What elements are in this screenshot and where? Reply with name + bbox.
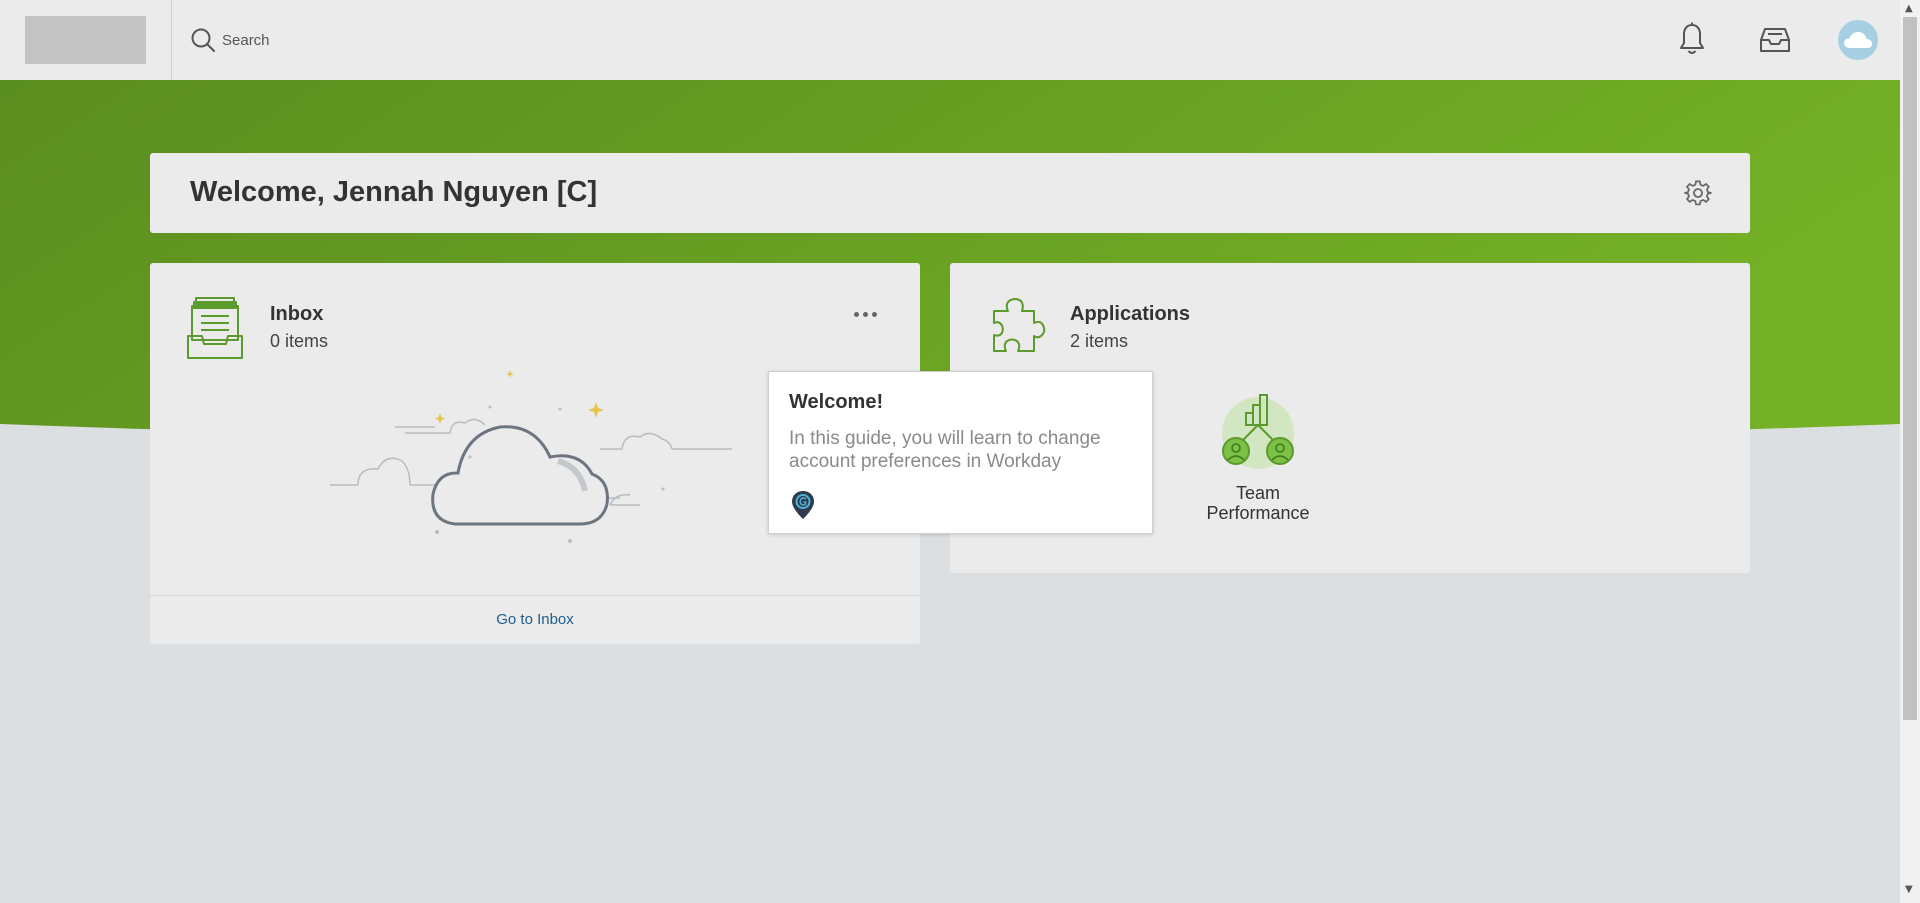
inbox-tray-icon[interactable]: [1759, 26, 1791, 54]
search-input[interactable]: [222, 24, 642, 56]
page-title: Welcome, Jennah Nguyen [C]: [190, 176, 598, 208]
top-bar: [0, 0, 1900, 80]
team-performance-label: Team Performance: [1206, 483, 1310, 523]
scrollbar-thumb[interactable]: [1903, 17, 1917, 720]
scroll-down-arrow-icon[interactable]: ▼: [1905, 884, 1913, 895]
page-scrollbar[interactable]: ▲ ▼: [1900, 0, 1920, 903]
team-performance-icon: [1222, 394, 1294, 469]
company-logo[interactable]: [25, 16, 146, 64]
inbox-count: 0 items: [270, 331, 329, 351]
user-avatar[interactable]: [1838, 20, 1878, 60]
welcome-banner: Welcome, Jennah Nguyen [C]: [150, 153, 1750, 233]
inbox-stack-icon: [187, 297, 243, 359]
puzzle-piece-icon: [993, 298, 1046, 352]
go-to-inbox-link[interactable]: Go to Inbox: [150, 611, 920, 628]
cloud-avatar-icon: [1844, 32, 1872, 48]
guide-pin-icon[interactable]: [791, 490, 815, 520]
divider: [171, 0, 172, 80]
bell-icon[interactable]: [1677, 22, 1707, 56]
search-icon: [191, 28, 215, 52]
scroll-up-arrow-icon[interactable]: ▲: [1905, 3, 1913, 14]
inbox-more-options-button[interactable]: [852, 312, 882, 342]
guide-welcome-popup: Welcome! In this guide, you will learn t…: [768, 371, 1153, 534]
inbox-title: Inbox: [270, 303, 324, 325]
applications-count: 2 items: [1070, 331, 1129, 351]
gear-icon[interactable]: [1684, 179, 1712, 207]
guide-title: Welcome!: [789, 391, 884, 413]
applications-title: Applications: [1070, 303, 1191, 325]
guide-text: In this guide, you will learn to change …: [789, 428, 1101, 472]
empty-inbox-cloud-illustration: [330, 370, 732, 543]
inbox-footer: Go to Inbox: [150, 595, 920, 644]
